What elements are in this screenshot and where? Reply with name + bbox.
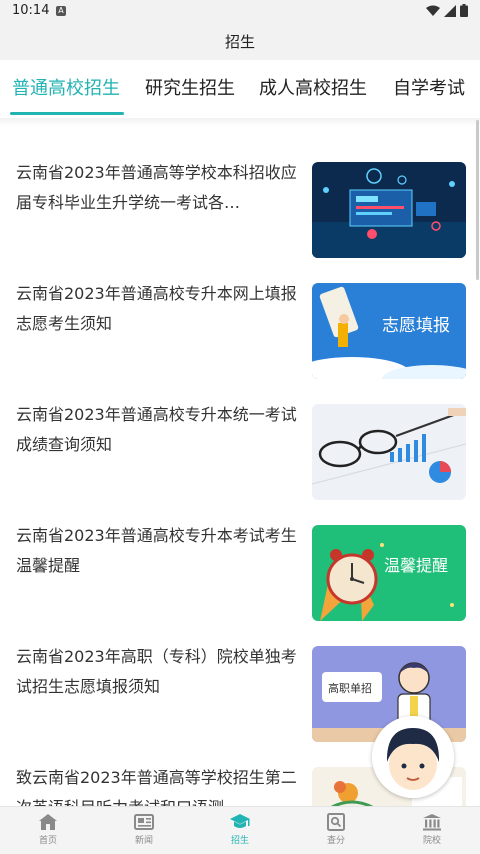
- battery-icon: [460, 4, 468, 17]
- nav-label: 首页: [38, 836, 57, 846]
- home-icon: [39, 814, 57, 830]
- image-caption: 温馨提醒: [384, 556, 448, 575]
- news-title: 云南省2023年普通高等学校本科招收应届专科毕业生升学统一考试各…: [16, 163, 297, 212]
- nav-news[interactable]: 新闻: [114, 813, 174, 846]
- notification-a-icon: A: [56, 6, 66, 16]
- status-icons: [426, 4, 468, 17]
- news-thumbnail: [312, 162, 466, 258]
- news-title: 云南省2023年普通高校专升本网上填报志愿考生须知: [16, 284, 297, 333]
- image-caption: 志愿填报: [382, 316, 450, 336]
- news-list: 云南省2023年普通高等学校本科招收应届专科毕业生升学统一考试各… 云南省202…: [0, 128, 480, 808]
- alarm-clock-image: 温馨提醒: [312, 525, 466, 621]
- nav-label: 招生: [230, 836, 249, 846]
- tabs-divider: [0, 118, 480, 126]
- nav-home[interactable]: 首页: [18, 813, 78, 846]
- news-title: 云南省2023年普通高校专升本统一考试成绩查询须知: [16, 405, 297, 454]
- tab-general-admission[interactable]: 普通高校招生: [12, 74, 120, 100]
- list-item[interactable]: 云南省2023年高职（专科）院校单独考试招生志愿填报须知 高职单招: [0, 612, 480, 742]
- news-thumbnail: [312, 404, 466, 500]
- news-thumbnail: 温馨提醒: [312, 525, 466, 621]
- news-title: 云南省2023年高职（专科）院校单独考试招生志愿填报须知: [16, 647, 297, 696]
- volunteer-form-image: 志愿填报: [312, 283, 466, 379]
- glasses-chart-image: [312, 404, 466, 500]
- page-title: 招生: [224, 33, 255, 51]
- status-bar: 10:14 A: [0, 0, 480, 22]
- list-item[interactable]: 云南省2023年普通高等学校本科招收应届专科毕业生升学统一考试各…: [0, 128, 480, 258]
- scrollbar[interactable]: [476, 120, 479, 280]
- category-tabs: 普通高校招生 研究生招生 成人高校招生 自学考试: [0, 60, 480, 118]
- wifi-icon: [426, 5, 440, 16]
- image-caption: 高职单招: [328, 681, 372, 695]
- tech-dashboard-image: [312, 162, 466, 258]
- nav-score[interactable]: 查分: [306, 813, 366, 846]
- nav-label: 查分: [326, 836, 345, 846]
- nav-label: 新闻: [134, 836, 153, 846]
- list-item[interactable]: 云南省2023年普通高校专升本网上填报志愿考生须知 志愿填报: [0, 249, 480, 379]
- title-bar: 招生: [0, 22, 480, 60]
- graduation-cap-icon: [230, 814, 250, 828]
- floating-avatar-button[interactable]: [372, 716, 454, 798]
- nav-institutions[interactable]: 院校: [402, 813, 462, 846]
- list-item[interactable]: 云南省2023年普通高校专升本统一考试成绩查询须知: [0, 370, 480, 500]
- status-time: 10:14: [12, 3, 50, 18]
- institution-icon: [423, 814, 441, 831]
- nav-admission[interactable]: 招生: [210, 813, 270, 846]
- nav-label: 院校: [422, 836, 441, 846]
- boy-avatar-icon: [372, 716, 454, 798]
- score-search-icon: [327, 813, 345, 831]
- news-title: 云南省2023年普通高校专升本考试考生温馨提醒: [16, 526, 297, 575]
- news-icon: [134, 814, 154, 830]
- signal-icon: [444, 4, 456, 17]
- tab-self-study-exam[interactable]: 自学考试: [393, 74, 465, 100]
- news-thumbnail: 志愿填报: [312, 283, 466, 379]
- bottom-navigation: 首页 新闻 招生 查分 院校: [0, 806, 480, 854]
- news-title: 致云南省2023年普通高等学校招生第二次英语科目听力考试和口语测…: [16, 768, 297, 808]
- tab-adult-admission[interactable]: 成人高校招生: [259, 74, 367, 100]
- tab-graduate-admission[interactable]: 研究生招生: [145, 74, 235, 100]
- list-item[interactable]: 云南省2023年普通高校专升本考试考生温馨提醒 温馨提醒: [0, 491, 480, 621]
- active-tab-indicator: [10, 112, 124, 115]
